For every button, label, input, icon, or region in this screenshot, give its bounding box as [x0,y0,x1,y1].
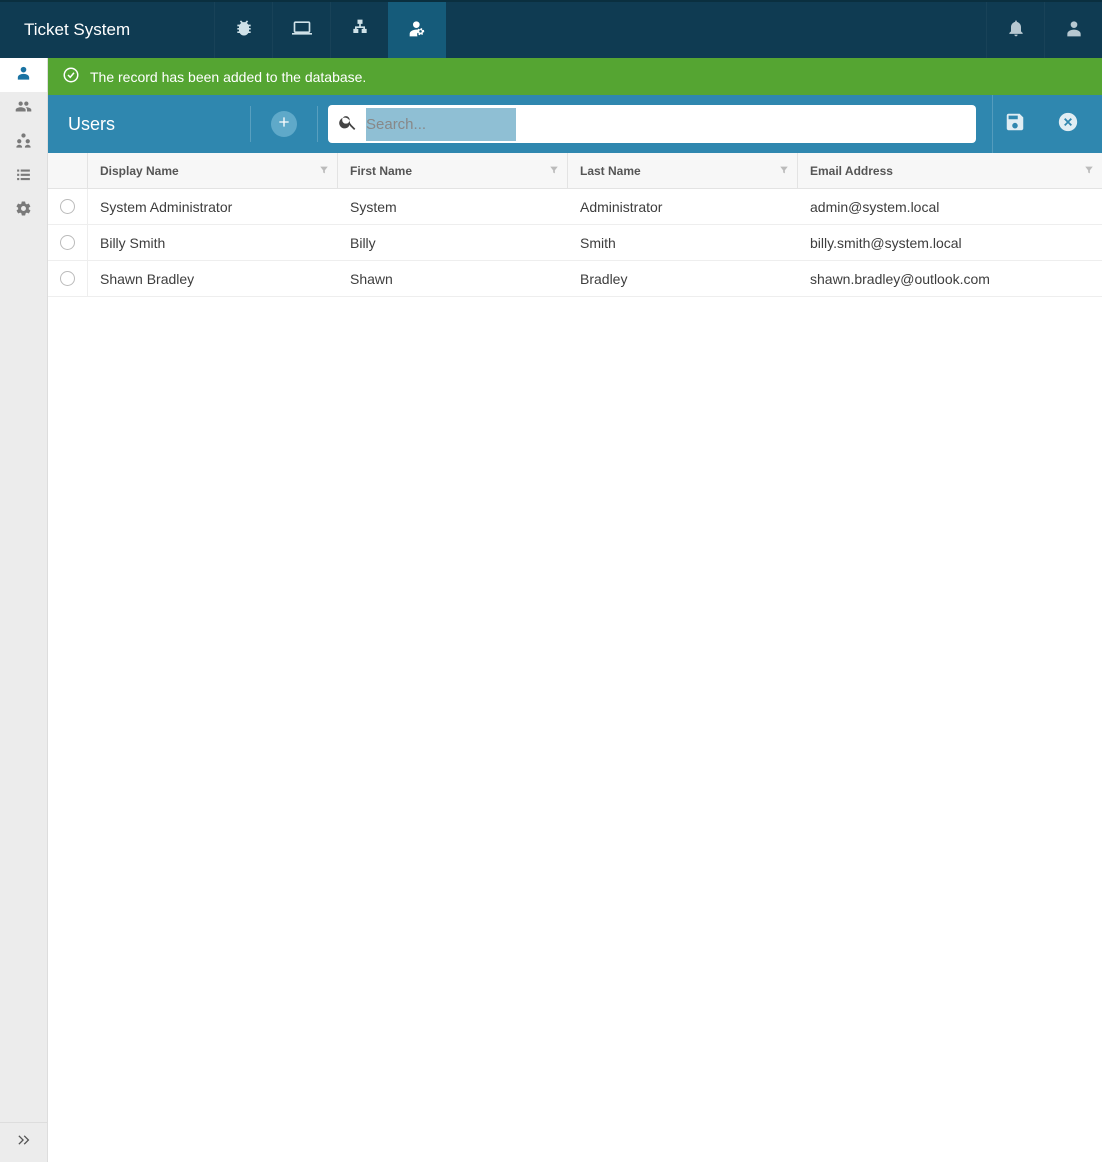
app-title: Ticket System [0,20,154,40]
topbar-right [986,2,1102,58]
col-select [48,153,88,188]
radio-icon[interactable] [60,235,75,250]
notification-text: The record has been added to the databas… [90,69,366,85]
col-email[interactable]: Email Address [798,153,1102,188]
top-nav [214,2,446,58]
col-label: Last Name [580,164,641,178]
row-select[interactable] [48,261,88,296]
sidebar-item-settings[interactable] [0,194,47,228]
sitemap-icon [350,18,370,43]
table-row[interactable]: Shawn BradleyShawnBradleyshawn.bradley@o… [48,261,1102,297]
cell-last-name: Smith [568,225,798,260]
close-button[interactable] [1046,95,1090,153]
laptop-icon [292,18,312,43]
cell-first-name: Shawn [338,261,568,296]
cell-first-name: Billy [338,225,568,260]
user-icon [1064,18,1084,43]
cell-email: shawn.bradley@outlook.com [798,261,1102,296]
col-last-name[interactable]: Last Name [568,153,798,188]
sidebar-item-group[interactable] [0,92,47,126]
col-label: First Name [350,164,412,178]
person-icon [15,64,32,86]
chevron-double-right-icon [16,1132,32,1153]
bug-icon [234,18,254,43]
list-icon [15,166,32,188]
row-select[interactable] [48,225,88,260]
cell-last-name: Bradley [568,261,798,296]
row-select[interactable] [48,189,88,224]
table-header: Display Name First Name Last Name Email … [48,153,1102,189]
table-body: System AdministratorSystemAdministratora… [48,189,1102,1162]
add-button[interactable] [271,111,297,137]
radio-icon[interactable] [60,271,75,286]
sidebar-item-org[interactable] [0,126,47,160]
users-table: Display Name First Name Last Name Email … [48,153,1102,1162]
table-row[interactable]: Billy SmithBillySmithbilly.smith@system.… [48,225,1102,261]
notifications-button[interactable] [986,2,1044,58]
col-first-name[interactable]: First Name [338,153,568,188]
filter-icon[interactable] [1084,164,1094,178]
cell-email: billy.smith@system.local [798,225,1102,260]
bell-icon [1006,18,1026,43]
user-gear-icon [408,18,428,43]
filter-icon[interactable] [549,164,559,178]
topnav-item-bug[interactable] [214,2,272,58]
col-label: Display Name [100,164,179,178]
top-bar: Ticket System [0,0,1102,58]
content: The record has been added to the databas… [48,58,1102,1162]
close-circle-icon [1057,111,1079,138]
gear-icon [15,200,32,222]
org-icon [15,132,32,154]
cell-display-name: System Administrator [88,189,338,224]
search-icon [338,112,366,137]
page-title: Users [60,114,240,135]
sidebar-item-list[interactable] [0,160,47,194]
search-input[interactable] [366,108,966,141]
cell-first-name: System [338,189,568,224]
topnav-item-laptop[interactable] [272,2,330,58]
topnav-item-sitemap[interactable] [330,2,388,58]
sidebar-item-user[interactable] [0,58,47,92]
divider [250,106,251,142]
search-box[interactable] [328,105,976,143]
sidebar-expand-button[interactable] [0,1122,47,1162]
cell-email: admin@system.local [798,189,1102,224]
col-display-name[interactable]: Display Name [88,153,338,188]
table-row[interactable]: System AdministratorSystemAdministratora… [48,189,1102,225]
cell-last-name: Administrator [568,189,798,224]
check-circle-icon [62,66,80,87]
left-sidebar [0,58,48,1162]
topnav-item-user-settings[interactable] [388,2,446,58]
radio-icon[interactable] [60,199,75,214]
col-label: Email Address [810,164,893,178]
save-icon [1004,111,1026,138]
cell-display-name: Billy Smith [88,225,338,260]
account-button[interactable] [1044,2,1102,58]
save-button[interactable] [992,95,1036,153]
people-icon [15,98,32,120]
divider [317,106,318,142]
filter-icon[interactable] [319,164,329,178]
cell-display-name: Shawn Bradley [88,261,338,296]
filter-icon[interactable] [779,164,789,178]
page-header: Users [48,95,1102,153]
plus-icon [276,114,292,135]
success-banner: The record has been added to the databas… [48,58,1102,95]
